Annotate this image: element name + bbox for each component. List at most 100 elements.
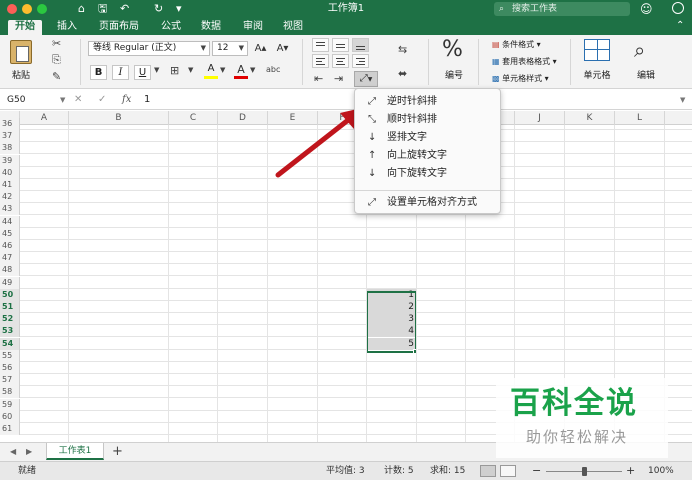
row-header[interactable]: 42 bbox=[0, 191, 20, 204]
chevron-down-icon[interactable]: ▼ bbox=[60, 93, 65, 107]
cells-icon[interactable] bbox=[584, 39, 610, 61]
cancel-entry-icon[interactable]: ✕ bbox=[74, 93, 82, 107]
row-header[interactable]: 57 bbox=[0, 374, 20, 387]
row-header[interactable]: 39 bbox=[0, 154, 20, 167]
add-sheet-button[interactable]: + bbox=[112, 444, 123, 459]
row-header[interactable]: 44 bbox=[0, 215, 20, 228]
merge-center-icon[interactable]: ⬌ bbox=[398, 67, 407, 80]
name-box[interactable]: G50 bbox=[4, 93, 60, 107]
selected-cell[interactable]: 4 bbox=[367, 325, 416, 338]
borders-icon[interactable]: ⊞ bbox=[170, 64, 179, 77]
row-header[interactable]: 40 bbox=[0, 166, 20, 179]
row-header[interactable]: 61 bbox=[0, 423, 20, 435]
selected-cell[interactable]: 5 bbox=[367, 337, 416, 350]
zoom-out-button[interactable]: − bbox=[532, 462, 541, 480]
selected-cell[interactable]: 1 bbox=[367, 288, 416, 301]
increase-indent-icon[interactable]: ⇥ bbox=[334, 72, 343, 85]
bottom-align-button[interactable] bbox=[352, 38, 369, 52]
row-header[interactable]: 36 bbox=[0, 118, 20, 130]
zoom-in-button[interactable]: + bbox=[626, 462, 635, 480]
row-header[interactable]: 43 bbox=[0, 203, 20, 216]
decrease-indent-icon[interactable]: ⇤ bbox=[314, 72, 323, 85]
font-size-select[interactable]: 12 ▼ bbox=[212, 41, 248, 56]
align-left-button[interactable] bbox=[312, 54, 329, 68]
row-header[interactable]: 46 bbox=[0, 240, 20, 252]
font-name-select[interactable]: 等线 Regular (正文) ▼ bbox=[88, 41, 210, 56]
row-header[interactable]: 51 bbox=[0, 301, 20, 313]
font-color-icon[interactable]: A bbox=[234, 63, 248, 79]
editing-label[interactable]: 编辑 bbox=[632, 68, 660, 81]
menu-item-vertical-text[interactable]: ↓ 竖排文字 bbox=[355, 129, 500, 147]
menu-item-rotate-up[interactable]: ↑ 向上旋转文字 bbox=[355, 147, 500, 165]
zoom-slider-knob[interactable] bbox=[582, 467, 587, 476]
tab-data[interactable]: 数据 bbox=[194, 20, 228, 35]
row-header[interactable]: 38 bbox=[0, 142, 20, 155]
tab-insert[interactable]: 插入 bbox=[50, 20, 84, 35]
wrap-text-icon[interactable]: ⇆ bbox=[398, 43, 407, 56]
find-search-icon[interactable]: ⌕ bbox=[634, 37, 645, 63]
menu-item-format-alignment[interactable]: ⤢ 设置单元格对齐方式 bbox=[355, 194, 500, 212]
align-right-button[interactable] bbox=[352, 54, 369, 68]
phonetic-guide-icon[interactable]: abc bbox=[266, 65, 280, 74]
normal-view-button[interactable] bbox=[480, 465, 496, 477]
underline-button[interactable]: U bbox=[134, 65, 151, 80]
row-header[interactable]: 37 bbox=[0, 130, 20, 143]
expand-formula-bar-icon[interactable]: ▼ bbox=[680, 93, 685, 107]
chevron-down-icon[interactable]: ▼ bbox=[220, 66, 225, 74]
tab-formulas[interactable]: 公式 bbox=[154, 20, 188, 35]
conditional-format-button[interactable]: ▤ 条件格式 ▾ bbox=[492, 39, 541, 50]
page-layout-view-button[interactable] bbox=[500, 465, 516, 477]
confirm-entry-icon[interactable]: ✓ bbox=[98, 93, 106, 107]
tab-view[interactable]: 视图 bbox=[276, 20, 310, 35]
bold-button[interactable]: B bbox=[90, 65, 107, 80]
paste-icon[interactable] bbox=[10, 40, 32, 64]
fill-color-icon[interactable]: A bbox=[204, 63, 218, 79]
cut-icon[interactable]: ✂ bbox=[52, 37, 61, 50]
insert-function-icon[interactable]: fx bbox=[122, 93, 131, 107]
row-header[interactable]: 54 bbox=[0, 337, 20, 350]
search-sheet-input[interactable]: ⌕ 搜索工作表 bbox=[494, 2, 630, 16]
menu-item-rotate-ccw[interactable]: ⤢ 逆时针斜排 bbox=[355, 93, 500, 111]
row-header[interactable]: 52 bbox=[0, 313, 20, 326]
copy-icon[interactable]: ⎘ bbox=[52, 53, 61, 67]
row-header[interactable]: 45 bbox=[0, 227, 20, 240]
sheet-tab-active[interactable]: 工作表1 bbox=[46, 443, 104, 460]
chevron-down-icon[interactable]: ▼ bbox=[154, 66, 159, 74]
row-header[interactable]: 49 bbox=[0, 276, 20, 289]
collapse-ribbon-icon[interactable]: ⌃ bbox=[676, 20, 684, 31]
middle-align-button[interactable] bbox=[332, 38, 349, 52]
row-header[interactable]: 56 bbox=[0, 362, 20, 374]
row-header[interactable]: 59 bbox=[0, 398, 20, 411]
align-center-button[interactable] bbox=[332, 54, 349, 68]
menu-item-rotate-cw[interactable]: ⤡ 顺时针斜排 bbox=[355, 111, 500, 129]
row-header[interactable]: 60 bbox=[0, 410, 20, 423]
selected-cell[interactable]: 2 bbox=[367, 301, 416, 313]
row-header[interactable]: 41 bbox=[0, 179, 20, 191]
chevron-down-icon[interactable]: ▼ bbox=[188, 66, 193, 74]
user-account-icon[interactable] bbox=[672, 2, 684, 14]
orientation-button[interactable]: ⤢▼ bbox=[354, 71, 378, 87]
tab-home[interactable]: 开始 bbox=[8, 20, 42, 35]
italic-button[interactable]: I bbox=[112, 65, 129, 80]
row-header[interactable]: 47 bbox=[0, 252, 20, 265]
format-painter-icon[interactable]: ✎ bbox=[52, 70, 61, 83]
row-header[interactable]: 55 bbox=[0, 349, 20, 362]
row-header[interactable]: 53 bbox=[0, 325, 20, 338]
number-format-label[interactable]: 编号 bbox=[440, 68, 468, 81]
row-header[interactable]: 48 bbox=[0, 264, 20, 277]
next-sheet-icon[interactable]: ▶ bbox=[26, 445, 32, 459]
menu-item-rotate-down[interactable]: ↓ 向下旋转文字 bbox=[355, 165, 500, 183]
shrink-font-button[interactable]: A▾ bbox=[274, 42, 291, 56]
row-header[interactable]: 50 bbox=[0, 288, 20, 301]
number-format-icon[interactable]: % bbox=[442, 37, 463, 63]
tab-review[interactable]: 审阅 bbox=[236, 20, 270, 35]
prev-sheet-icon[interactable]: ◀ bbox=[10, 445, 16, 459]
selected-cell[interactable]: 3 bbox=[367, 313, 416, 326]
tab-page-layout[interactable]: 页面布局 bbox=[92, 20, 146, 35]
cells-label[interactable]: 单元格 bbox=[578, 68, 616, 81]
row-header[interactable]: 58 bbox=[0, 386, 20, 399]
feedback-smiley-icon[interactable]: ☺ bbox=[640, 1, 653, 17]
paste-label[interactable]: 粘贴 bbox=[6, 68, 36, 81]
format-as-table-button[interactable]: ▦ 套用表格格式 ▾ bbox=[492, 56, 557, 67]
grow-font-button[interactable]: A▴ bbox=[252, 42, 269, 56]
